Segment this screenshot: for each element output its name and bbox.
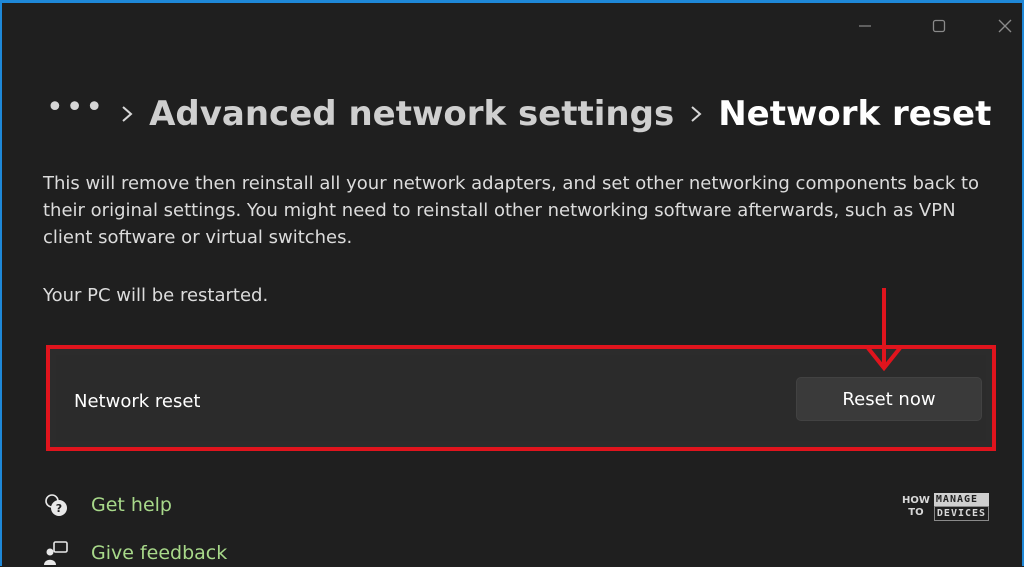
annotation-arrow-icon	[866, 288, 902, 372]
watermark-right: MANAGE DEVICES	[933, 493, 990, 521]
chevron-right-icon	[105, 104, 149, 124]
watermark-devices: DEVICES	[933, 506, 990, 521]
watermark-manage: MANAGE	[933, 493, 990, 506]
maximize-icon	[932, 19, 946, 33]
card-body: Network reset Reset now	[56, 355, 986, 441]
page-title: Network reset	[718, 94, 992, 134]
help-icon: ?	[42, 491, 70, 519]
network-reset-card: Network reset Reset now	[46, 345, 996, 451]
breadcrumb: ••• Advanced network settings Network re…	[46, 89, 991, 139]
reset-now-button[interactable]: Reset now	[796, 377, 982, 421]
minimize-button[interactable]	[854, 15, 876, 37]
watermark-how: HOW	[902, 495, 930, 506]
feedback-icon	[42, 539, 70, 567]
chevron-right-icon	[674, 104, 718, 124]
close-button[interactable]	[994, 15, 1016, 37]
svg-text:?: ?	[56, 502, 62, 515]
get-help-link[interactable]: ? Get help	[42, 491, 172, 519]
close-icon	[998, 19, 1012, 33]
maximize-button[interactable]	[928, 15, 950, 37]
minimize-icon	[859, 25, 871, 27]
breadcrumb-item-advanced-network-settings[interactable]: Advanced network settings	[149, 94, 674, 134]
card-label: Network reset	[74, 391, 201, 412]
watermark-logo: HOW TO MANAGE DEVICES	[902, 491, 998, 523]
reset-description: This will remove then reinstall all your…	[43, 173, 980, 248]
restart-note: Your PC will be restarted.	[43, 285, 269, 306]
breadcrumb-more-button[interactable]: •••	[46, 90, 105, 125]
give-feedback-label[interactable]: Give feedback	[91, 542, 227, 564]
settings-window: ••• Advanced network settings Network re…	[0, 0, 1024, 566]
watermark-to: TO	[908, 507, 924, 518]
give-feedback-link[interactable]: Give feedback	[42, 539, 227, 567]
watermark-left: HOW TO	[902, 495, 930, 519]
get-help-label[interactable]: Get help	[91, 494, 172, 516]
